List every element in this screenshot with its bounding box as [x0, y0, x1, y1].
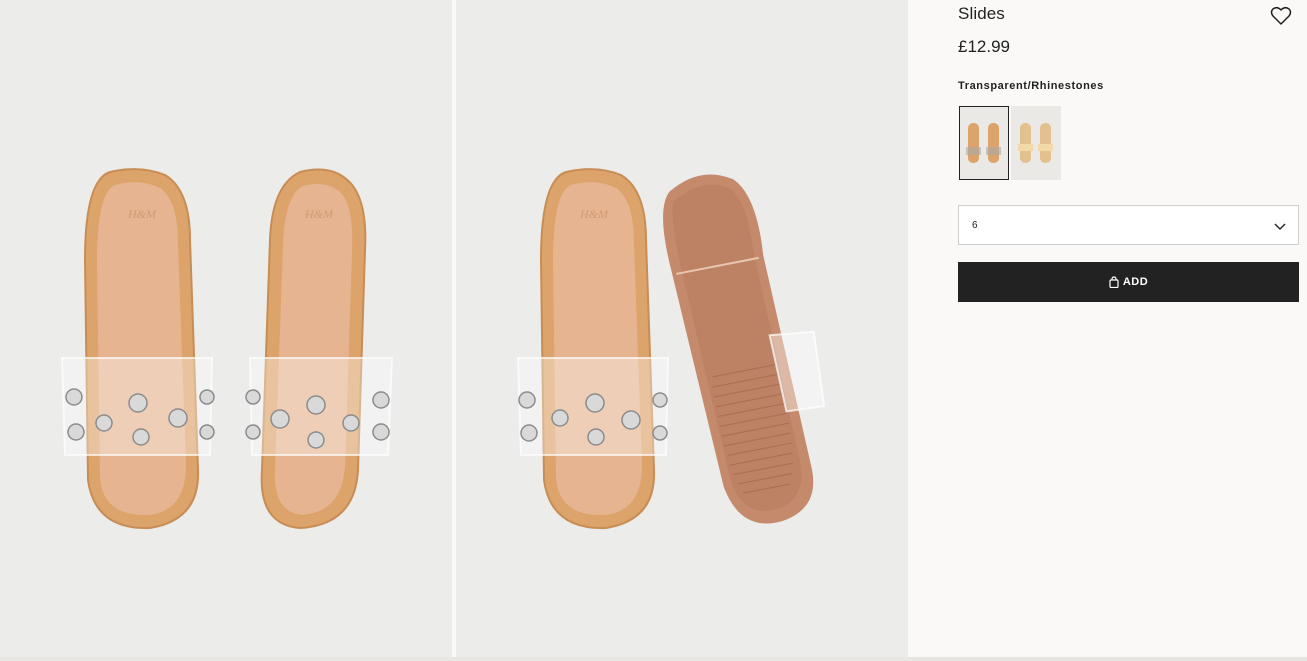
chevron-down-icon	[1273, 219, 1287, 233]
color-swatch-beige[interactable]	[1011, 106, 1061, 180]
add-to-bag-button[interactable]: ADD	[958, 262, 1299, 302]
swatch-thumbnail	[960, 107, 1008, 179]
slides-top-view-illustration: H&M H&M	[60, 168, 394, 530]
size-dropdown[interactable]: 6	[958, 205, 1299, 245]
product-details-panel: Slides £12.99 Transparent/Rhinestones 6 …	[958, 0, 1299, 661]
product-price: £12.99	[958, 37, 1010, 56]
color-swatch-transparent-rhinestones[interactable]	[959, 106, 1009, 180]
add-button-label: ADD	[1122, 276, 1149, 288]
swatch-thumbnail	[1011, 106, 1061, 180]
selected-color-name: Transparent/Rhinestones	[958, 80, 1104, 92]
product-page: H&M H&M H&M Slides £12.99 Transparent/Rh…	[0, 0, 1307, 661]
product-title: Slides	[958, 4, 1005, 23]
selected-size: 6	[972, 220, 978, 231]
heart-icon[interactable]	[1270, 6, 1292, 26]
bag-icon	[1109, 276, 1119, 289]
product-image-1[interactable]: H&M H&M	[0, 0, 452, 661]
svg-text:H&M: H&M	[579, 207, 609, 221]
product-gallery: H&M H&M H&M	[0, 0, 909, 661]
product-image-2[interactable]: H&M	[456, 0, 908, 661]
slides-sole-view-illustration: H&M	[516, 168, 826, 530]
svg-text:H&M: H&M	[304, 207, 334, 221]
svg-text:H&M: H&M	[127, 207, 157, 221]
page-divider	[0, 657, 1307, 661]
